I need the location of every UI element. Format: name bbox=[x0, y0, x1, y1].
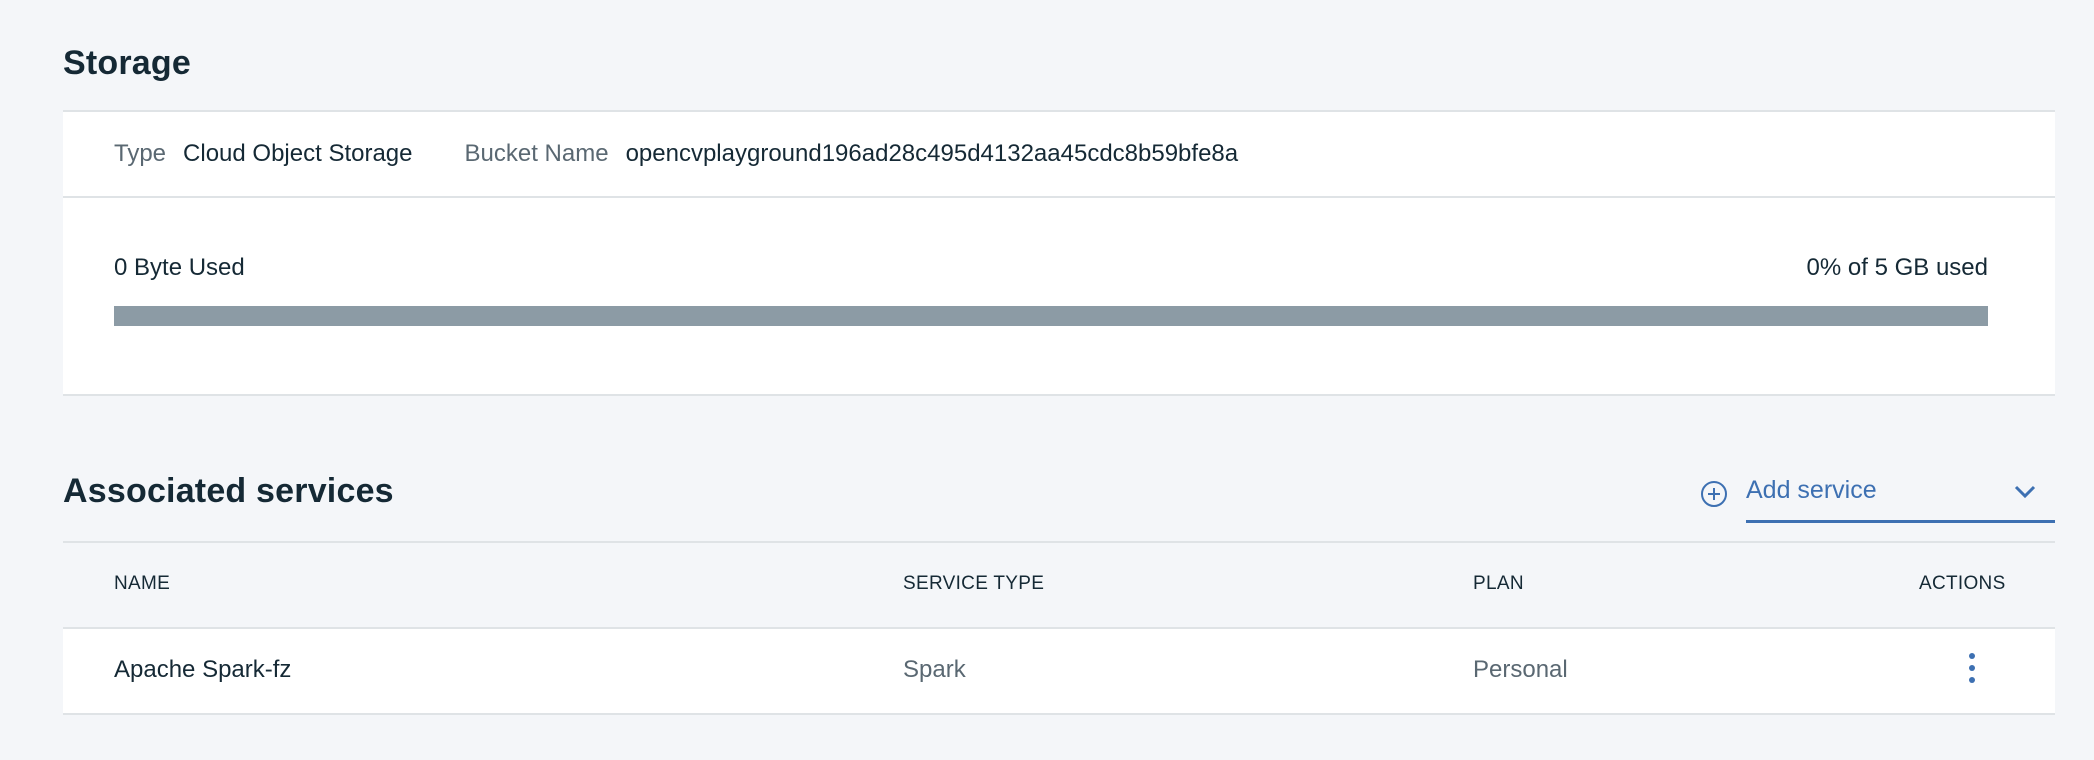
overflow-menu-vertical-icon[interactable] bbox=[1967, 653, 1977, 689]
chevron-down-icon bbox=[2014, 485, 2036, 499]
storage-quota-text: 0% of 5 GB used bbox=[1806, 254, 1988, 281]
plus-circle-icon bbox=[1701, 481, 1727, 507]
associated-services-title: Associated services bbox=[63, 472, 394, 510]
add-service-dropdown[interactable]: Add service bbox=[1700, 470, 2055, 523]
associated-services-table: NAME SERVICE TYPE PLAN ACTIONS Apache Sp… bbox=[63, 541, 2055, 715]
project-storage-page: Storage Type Cloud Object Storage Bucket… bbox=[0, 0, 2094, 760]
storage-info-row: Type Cloud Object Storage Bucket Name op… bbox=[114, 140, 1290, 168]
column-header-actions: ACTIONS bbox=[1919, 573, 2006, 594]
storage-type-label: Type bbox=[114, 140, 167, 167]
service-type-cell: Spark bbox=[903, 656, 966, 683]
service-plan-cell: Personal bbox=[1473, 656, 1568, 683]
column-header-plan[interactable]: PLAN bbox=[1473, 573, 1524, 595]
storage-used-text: 0 Byte Used bbox=[114, 254, 245, 281]
table-header: NAME SERVICE TYPE PLAN ACTIONS bbox=[63, 543, 2055, 629]
storage-type-value: Cloud Object Storage bbox=[183, 140, 413, 167]
table-row[interactable]: Apache Spark-fz Spark Personal bbox=[63, 629, 2055, 715]
column-header-name[interactable]: NAME bbox=[114, 573, 170, 595]
bucket-name-value: opencvplayground196ad28c495d4132aa45cdc8… bbox=[625, 140, 1239, 167]
storage-usage-bar bbox=[114, 306, 1988, 326]
storage-info-panel: Type Cloud Object Storage Bucket Name op… bbox=[63, 110, 2055, 198]
add-service-select[interactable]: Add service bbox=[1746, 470, 2055, 523]
column-header-service-type[interactable]: SERVICE TYPE bbox=[903, 573, 1044, 595]
service-name-cell[interactable]: Apache Spark-fz bbox=[114, 656, 291, 684]
storage-usage-panel: 0 Byte Used 0% of 5 GB used bbox=[63, 196, 2055, 396]
storage-section-title: Storage bbox=[63, 44, 191, 82]
add-service-label: Add service bbox=[1746, 476, 1877, 504]
bucket-name-label: Bucket Name bbox=[464, 140, 609, 167]
